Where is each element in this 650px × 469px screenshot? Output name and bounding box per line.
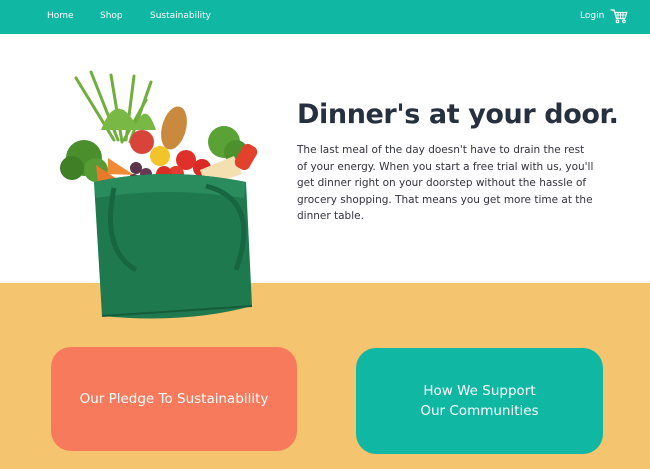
hero-description: The last meal of the day doesn't have to…	[297, 144, 594, 223]
hero-title: Dinner's at your door.	[297, 99, 619, 130]
login-link[interactable]: Login	[580, 11, 604, 21]
shopping-cart-icon[interactable]	[610, 8, 628, 24]
community-support-button[interactable]: How We Support Our Communities	[356, 348, 603, 454]
nav-link-sustainability[interactable]: Sustainability	[150, 11, 211, 21]
nav-link-shop[interactable]: Shop	[100, 11, 123, 21]
nav-link-home[interactable]: Home	[47, 11, 74, 21]
support-card-line-1: How We Support	[423, 383, 536, 399]
sustainability-pledge-button[interactable]: Our Pledge To Sustainability	[51, 347, 297, 451]
support-card-line-2: Our Communities	[420, 403, 539, 419]
grocery-bag-image	[60, 70, 258, 319]
top-navbar: Home Shop Sustainability Login	[0, 0, 650, 34]
pledge-card-label: Our Pledge To Sustainability	[79, 391, 269, 407]
